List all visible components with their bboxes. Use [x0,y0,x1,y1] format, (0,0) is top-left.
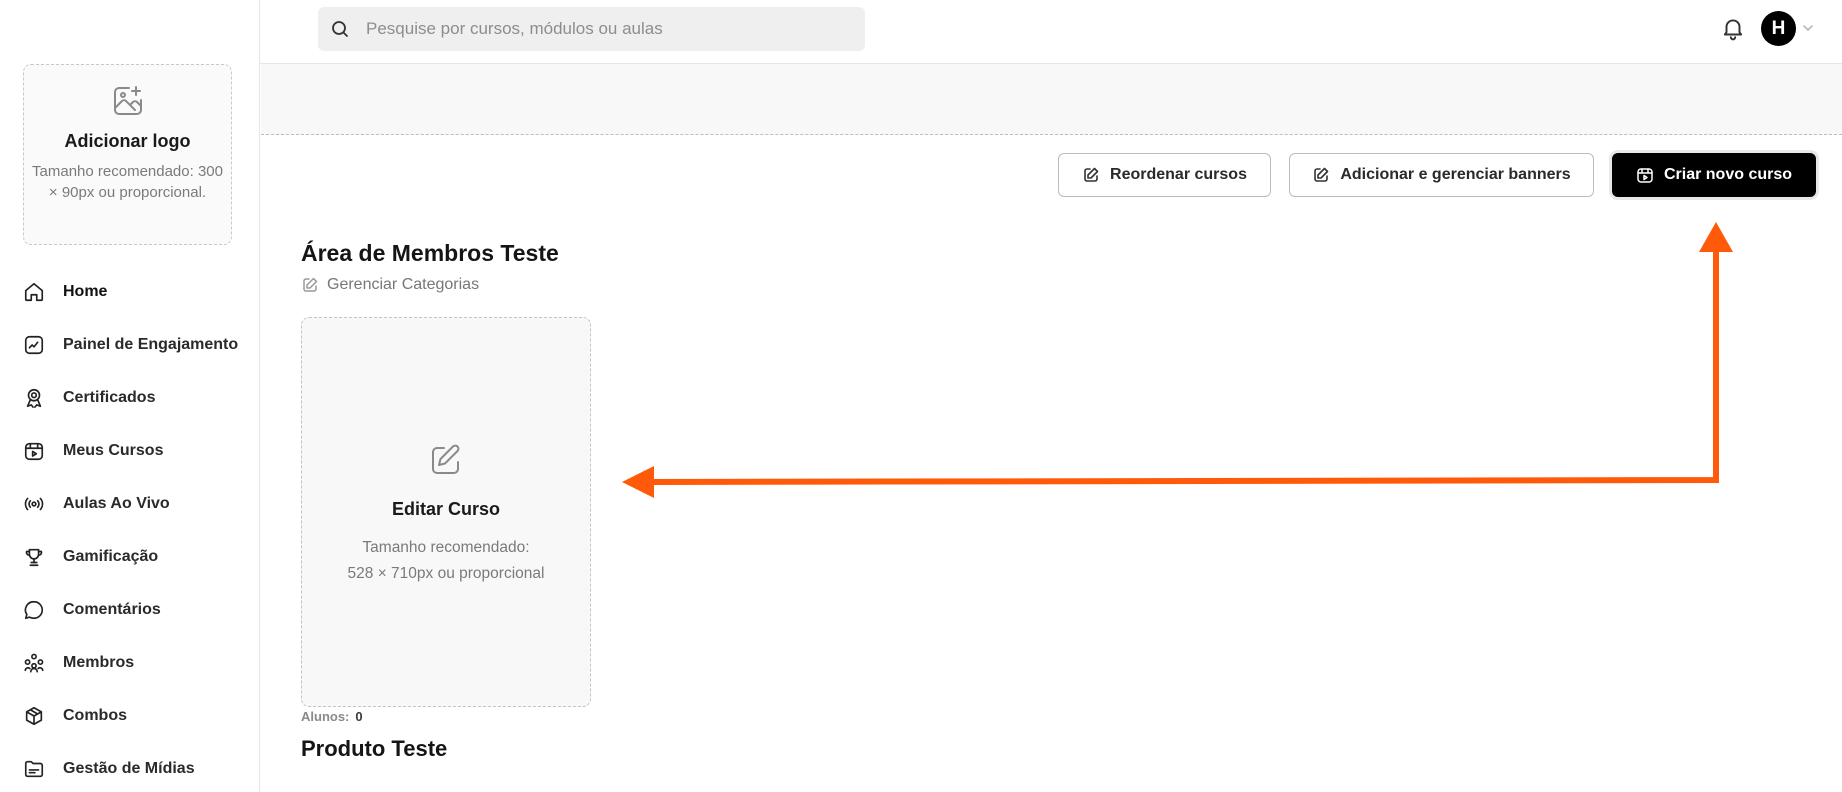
sidebar-item-gamificacao[interactable]: Gamificação [0,530,259,583]
sidebar-item-membros[interactable]: Membros [0,636,259,689]
manage-banners-label: Adicionar e gerenciar banners [1340,166,1571,183]
create-course-button[interactable]: Criar novo curso [1612,153,1816,197]
edit-course-title: Editar Curso [391,499,501,519]
image-add-icon [114,86,142,115]
edit-icon [1314,167,1329,182]
sidebar-item-aulas-ao-vivo[interactable]: Aulas Ao Vivo [0,477,259,530]
sidebar: Adicionar logo Tamanho recomendado: 300 … [0,0,260,792]
edit-icon [303,277,318,292]
sidebar-item-home[interactable]: Home [0,265,259,318]
logo-upload-box[interactable]: Adicionar logo Tamanho recomendado: 300 … [23,64,232,245]
sidebar-item-gestao-de-midias[interactable]: Gestão de Mídias [0,742,259,792]
edit-course-subtitle-line2: 528 × 710px ou proporcional [347,565,545,582]
box-icon [25,706,43,725]
sidebar-item-painel-de-engajamento[interactable]: Painel de Engajamento [0,318,259,371]
course-play-icon [1637,168,1653,183]
search-icon [332,21,348,37]
trending-chart-icon [24,335,44,354]
sidebar-item-label: Painel de Engajamento [63,335,239,353]
award-badge-icon [26,388,42,408]
annotation-arrow-line [651,248,1719,485]
members-icon [24,653,44,673]
students-value: 0 [355,709,363,724]
live-broadcast-icon [24,497,44,510]
bell-icon[interactable] [1720,15,1746,41]
students-count: Alunos: 0 [301,709,363,724]
manage-categories-label: Gerenciar Categorias [327,276,480,293]
students-label: Alunos: [301,709,350,724]
search-bar[interactable] [318,7,865,51]
sidebar-item-label: Gamificação [63,547,159,565]
logo-upload-title: Adicionar logo [64,131,191,151]
banner-placeholder[interactable] [261,64,1842,135]
media-folder-icon [24,760,44,777]
annotation-arrow-head-left [622,466,654,498]
edit-course-subtitle: Tamanho recomendado: 528 × 710px ou prop… [302,535,590,587]
search-input[interactable] [366,19,846,39]
sidebar-nav: Home Painel de Engajamento Certificados … [0,265,259,792]
edit-icon [432,444,460,474]
sidebar-item-comentarios[interactable]: Comentários [0,583,259,636]
sidebar-item-label: Membros [63,653,135,671]
manage-banners-button[interactable]: Adicionar e gerenciar banners [1289,153,1594,197]
sidebar-item-combos[interactable]: Combos [0,689,259,742]
create-course-label: Criar novo curso [1663,166,1793,183]
reorder-courses-button[interactable]: Reordenar cursos [1058,153,1271,197]
sidebar-item-label: Meus Cursos [63,441,164,459]
sidebar-item-label: Home [63,282,108,300]
course-play-icon [24,442,44,460]
logo-upload-subtitle: Tamanho recomendado: 300 × 90px ou propo… [32,163,223,201]
sidebar-item-label: Combos [63,706,127,724]
top-bar: H [260,0,1842,64]
edit-course-subtitle-line1: Tamanho recomendado: [362,539,530,556]
annotation-arrow-head-up [1699,222,1733,252]
sidebar-item-label: Certificados [63,388,156,406]
comment-bubble-icon [24,600,43,619]
page-title: Área de Membros Teste [301,240,559,266]
sidebar-item-label: Aulas Ao Vivo [63,494,170,512]
avatar[interactable]: H [1761,11,1796,46]
edit-course-card[interactable]: Editar Curso Tamanho recomendado: 528 × … [301,317,591,707]
sidebar-item-label: Gestão de Mídias [63,759,195,777]
home-icon [24,282,44,301]
product-title: Produto Teste [301,736,448,761]
manage-categories-link[interactable]: Gerenciar Categorias [301,276,479,294]
reorder-courses-label: Reordenar cursos [1110,166,1247,183]
sidebar-item-certificados[interactable]: Certificados [0,371,259,424]
edit-icon [1084,167,1099,182]
sidebar-item-meus-cursos[interactable]: Meus Cursos [0,424,259,477]
app-root: Adicionar logo Tamanho recomendado: 300 … [0,0,1842,792]
chevron-down-icon[interactable] [1802,22,1814,34]
trophy-icon [25,548,43,566]
sidebar-item-label: Comentários [63,600,161,618]
